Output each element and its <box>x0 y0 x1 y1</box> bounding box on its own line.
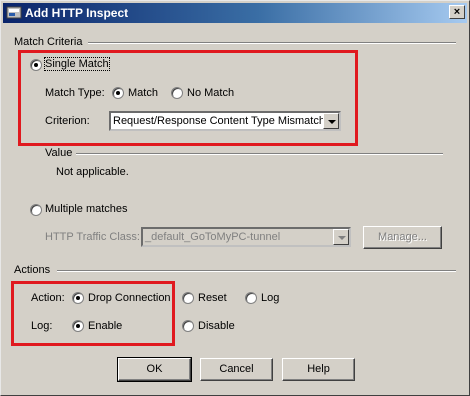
reset-radio[interactable] <box>182 292 194 304</box>
add-http-inspect-dialog: Add HTTP Inspect × Match Criteria Single… <box>0 0 470 396</box>
actions-highlight-box <box>11 281 175 346</box>
multiple-matches-label[interactable]: Multiple matches <box>45 203 128 215</box>
log-radio-label[interactable]: Log <box>261 292 279 304</box>
actions-divider <box>57 270 456 272</box>
value-divider <box>76 153 443 155</box>
value-group-label: Value <box>45 147 73 159</box>
disable-label[interactable]: Disable <box>198 320 235 332</box>
help-button[interactable]: Help <box>282 358 355 381</box>
log-radio[interactable] <box>245 292 257 304</box>
close-icon[interactable]: × <box>449 5 465 19</box>
window-title: Add HTTP Inspect <box>25 6 129 20</box>
ok-button[interactable]: OK <box>117 357 192 382</box>
multiple-matches-radio[interactable] <box>30 204 42 216</box>
match-criteria-divider <box>88 42 456 44</box>
cancel-button[interactable]: Cancel <box>200 358 273 381</box>
reset-label[interactable]: Reset <box>198 292 227 304</box>
manage-button[interactable]: Manage... <box>363 226 442 249</box>
title-bar[interactable]: Add HTTP Inspect × <box>3 3 467 23</box>
http-traffic-class-label: HTTP Traffic Class: <box>45 231 140 243</box>
match-criteria-group-label: Match Criteria <box>14 36 83 48</box>
disable-radio[interactable] <box>182 320 194 332</box>
http-traffic-class-select[interactable]: _default_GoToMyPC-tunnel <box>141 227 351 247</box>
chevron-down-icon[interactable] <box>333 229 349 245</box>
asdm-app-icon <box>6 6 22 19</box>
http-traffic-class-value: _default_GoToMyPC-tunnel <box>145 231 281 243</box>
actions-group-label: Actions <box>14 264 51 276</box>
match-criteria-highlight-box <box>18 50 358 146</box>
value-text: Not applicable. <box>56 166 129 178</box>
